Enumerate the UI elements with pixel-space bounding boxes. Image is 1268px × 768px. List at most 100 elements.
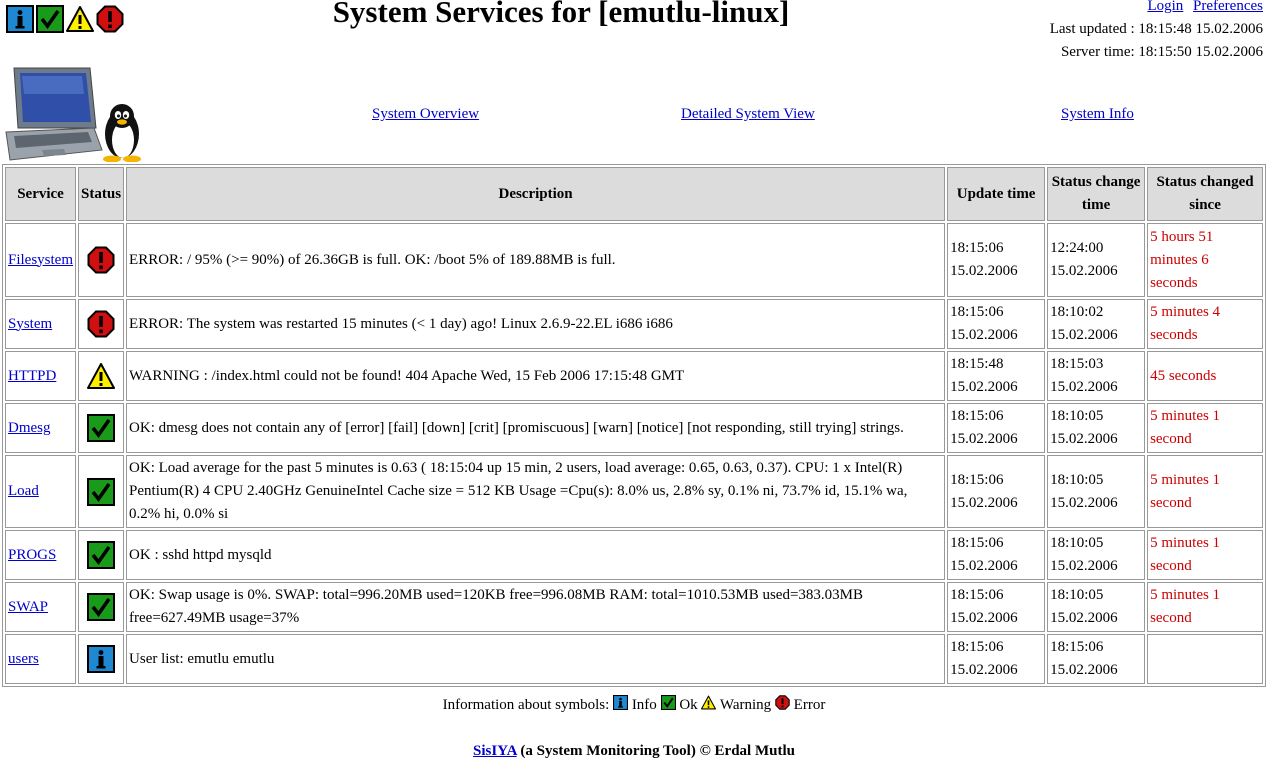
status-changed-since-cell: 45 seconds [1147,351,1263,401]
status-change-time-cell: 18:15:03 15.02.2006 [1047,351,1146,401]
error-icon [87,246,115,274]
description-cell: OK: dmesg does not contain any of [error… [126,403,946,453]
table-row: SWAP OK: Swap usage is 0%. SWAP: total=99… [5,582,1263,632]
legend-info: Info [631,697,657,713]
service-link[interactable]: Dmesg [8,420,51,436]
col-since-line1: Status changed [1156,174,1254,190]
status-changed-since-cell: 5 minutes 4 seconds [1147,299,1263,349]
update-date: 15.02.2006 [950,610,1018,626]
table-row: Dmesg OK: dmesg does not contain any of [… [5,403,1263,453]
update-time-cell: 18:15:06 15.02.2006 [947,403,1046,453]
description-cell: User list: emutlu emutlu [126,634,946,684]
update-time: 18:15:06 [950,304,1004,320]
service-cell: PROGS [5,530,77,580]
status-changed-since-cell: 5 minutes 1 second [1147,455,1263,528]
service-cell: users [5,634,77,684]
description-cell: ERROR: The system was restarted 15 minut… [126,299,946,349]
status-change-time-cell: 18:10:05 15.02.2006 [1047,403,1146,453]
top-links: Login Preferences [1050,0,1263,18]
change-time: 18:10:05 [1050,587,1104,603]
last-updated: Last updated : 18:15:48 15.02.2006 [1049,21,1263,37]
status-change-time-cell: 18:15:06 15.02.2006 [1047,634,1146,684]
update-time-cell: 18:15:06 15.02.2006 [947,299,1046,349]
service-cell: System [5,299,77,349]
service-link[interactable]: SWAP [8,599,48,615]
update-time-cell: 18:15:06 15.02.2006 [947,455,1046,528]
status-cell [78,223,125,297]
status-cell [78,634,125,684]
ok-icon [87,593,116,621]
service-cell: Filesystem [5,223,77,297]
update-time: 18:15:06 [950,471,1004,488]
col-status-change-time: Status change time [1047,167,1146,221]
ok-icon [87,541,116,569]
table-row: System ERROR: The system was restarted 15… [5,299,1263,349]
update-time: 18:15:48 [950,356,1004,372]
legend-warning: Warning [719,697,772,713]
footer: SisIYA (a System Monitoring Tool) © Erda… [0,743,1268,760]
description-cell: OK: Load average for the past 5 minutes … [126,455,946,528]
service-link[interactable]: HTTPD [8,368,56,384]
nav-system-info[interactable]: System Info [1061,106,1134,123]
change-time: 18:15:06 [1050,639,1104,655]
info-icon [87,645,116,673]
update-date: 15.02.2006 [950,327,1018,343]
col-status-changed-since: Status changed since [1147,167,1263,221]
services-table: Service Status Description Update time S… [2,164,1266,687]
change-date: 15.02.2006 [1050,494,1118,511]
col-update-time: Update time [947,167,1046,221]
update-date: 15.02.2006 [950,494,1018,511]
service-link[interactable]: System [8,316,52,332]
login-link[interactable]: Login [1147,0,1183,14]
preferences-link[interactable]: Preferences [1193,0,1263,14]
service-cell: SWAP [5,582,77,632]
update-time: 18:15:06 [950,587,1004,603]
change-date: 15.02.2006 [1050,558,1118,574]
col-status: Status [78,167,125,221]
status-cell [78,455,125,528]
service-link[interactable]: PROGS [8,547,56,563]
footer-text: (a System Monitoring Tool) © Erdal Mutlu [516,743,795,759]
service-cell: Load [5,455,77,528]
error-icon [775,695,790,710]
legend-prefix: Information about symbols: [442,697,610,713]
service-cell: Dmesg [5,403,77,453]
status-changed-since-cell: 5 hours 51 minutes 6 seconds [1147,223,1263,297]
update-date: 15.02.2006 [950,379,1018,395]
update-time-cell: 18:15:06 15.02.2006 [947,530,1046,580]
service-link[interactable]: users [8,651,39,667]
status-cell [78,403,125,453]
update-date: 15.02.2006 [950,558,1018,574]
symbol-legend: Information about symbols: Info Ok Warni… [0,695,1268,714]
service-link[interactable]: Load [8,483,39,499]
laptop-linux-icon [5,67,141,163]
ok-icon [87,477,116,506]
ok-icon [660,695,676,710]
nav-detailed-system-view[interactable]: Detailed System View [681,106,815,123]
nav-system-overview[interactable]: System Overview [372,106,479,123]
change-time: 18:10:05 [1050,535,1104,551]
change-date: 15.02.2006 [1050,431,1118,447]
update-date: 15.02.2006 [950,263,1018,279]
table-row: Filesystem ERROR: / 95% (>= 90%) of 26.36… [5,223,1263,297]
service-link[interactable]: Filesystem [8,252,73,268]
update-time: 18:15:06 [950,240,1004,256]
change-time: 12:24:00 [1050,240,1104,256]
status-cell [78,582,125,632]
error-icon [87,310,115,338]
status-cell [78,351,125,401]
change-date: 15.02.2006 [1050,263,1118,279]
service-cell: HTTPD [5,351,77,401]
table-header-row: Service Status Description Update time S… [5,167,1263,221]
table-row: HTTPD WARNING : /index.html could not be … [5,351,1263,401]
status-change-time-cell: 18:10:02 15.02.2006 [1047,299,1146,349]
table-row: users User list: emutlu emutlu 18:15:06 15.… [5,634,1263,684]
col-status-change-line1: Status change [1051,174,1141,190]
update-time-cell: 18:15:06 15.02.2006 [947,634,1046,684]
col-description: Description [126,167,946,221]
update-time: 18:15:06 [950,408,1004,424]
sisiya-link[interactable]: SisIYA [473,743,517,759]
change-date: 15.02.2006 [1050,662,1118,678]
description-cell: OK : sshd httpd mysqld [126,530,946,580]
table-row: Load OK: Load average for the past 5 minu… [5,455,1263,528]
